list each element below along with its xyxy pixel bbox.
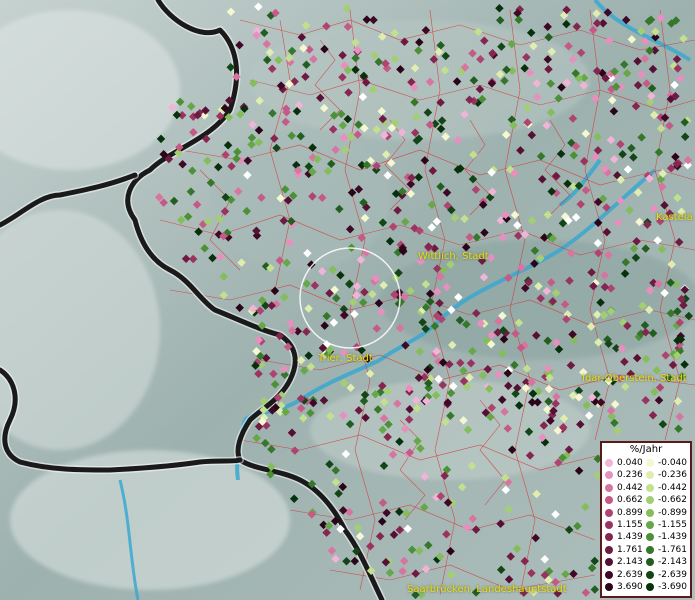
legend-title: %/Jahr (629, 444, 663, 455)
label-trier: Trier, Stadt (318, 353, 373, 364)
label-kastellaun: Kastela (656, 212, 693, 223)
legend-value: 3.690 (617, 582, 643, 592)
legend-swatch (646, 583, 654, 591)
label-idar-oberstein: Idar-Oberstein, Stadt (582, 373, 687, 384)
legend-value: 1.761 (617, 544, 643, 555)
legend-value: -1.761 (658, 544, 688, 555)
legend-swatch (646, 459, 654, 467)
legend-value: -0.236 (658, 470, 688, 481)
legend-value: 1.155 (617, 520, 643, 530)
legend: %/Jahr 0.040 -0.040 0.236 -0.236 0.442 -0.442… (600, 441, 692, 598)
legend-value: -0.442 (658, 482, 688, 493)
legend-value: 2.143 (617, 557, 643, 568)
map-canvas[interactable] (0, 0, 695, 600)
legend-value: 1.439 (617, 532, 643, 543)
legend-swatch (646, 483, 654, 492)
legend-swatch (605, 545, 613, 554)
legend-swatch (605, 570, 613, 579)
legend-swatch (605, 558, 613, 567)
legend-value: -3.690 (658, 582, 688, 592)
legend-swatch (646, 496, 654, 505)
label-wittlich: Wittlich, Stadt (418, 251, 489, 262)
legend-value: -2.143 (658, 557, 688, 568)
legend-swatch (646, 471, 654, 480)
legend-swatch (605, 533, 613, 542)
legend-value: 2.639 (617, 569, 643, 580)
legend-swatch (646, 545, 654, 554)
legend-value: -0.662 (658, 495, 688, 506)
legend-value: 0.040 (617, 458, 643, 468)
legend-value: -1.439 (658, 532, 688, 543)
legend-value: -1.155 (658, 520, 688, 530)
legend-swatch (605, 496, 613, 505)
legend-value: 0.236 (617, 470, 643, 481)
legend-swatch (646, 508, 654, 517)
legend-value: 0.662 (617, 495, 643, 506)
legend-value: 0.442 (617, 482, 643, 493)
legend-swatch (605, 508, 613, 517)
legend-swatch (605, 483, 613, 492)
legend-value: 0.899 (617, 507, 643, 518)
legend-swatch (605, 471, 613, 480)
label-saarbruecken: Saarbrücken, Landeshauptstadt (407, 584, 567, 595)
legend-swatch (605, 459, 613, 467)
legend-value: -0.899 (658, 507, 688, 518)
legend-value: -0.040 (658, 458, 688, 468)
legend-swatch (646, 570, 654, 579)
legend-swatch (605, 521, 613, 529)
legend-swatch (646, 558, 654, 567)
legend-value: -2.639 (658, 569, 688, 580)
legend-swatch (605, 583, 613, 591)
legend-swatch (646, 533, 654, 542)
legend-swatch (646, 521, 654, 529)
